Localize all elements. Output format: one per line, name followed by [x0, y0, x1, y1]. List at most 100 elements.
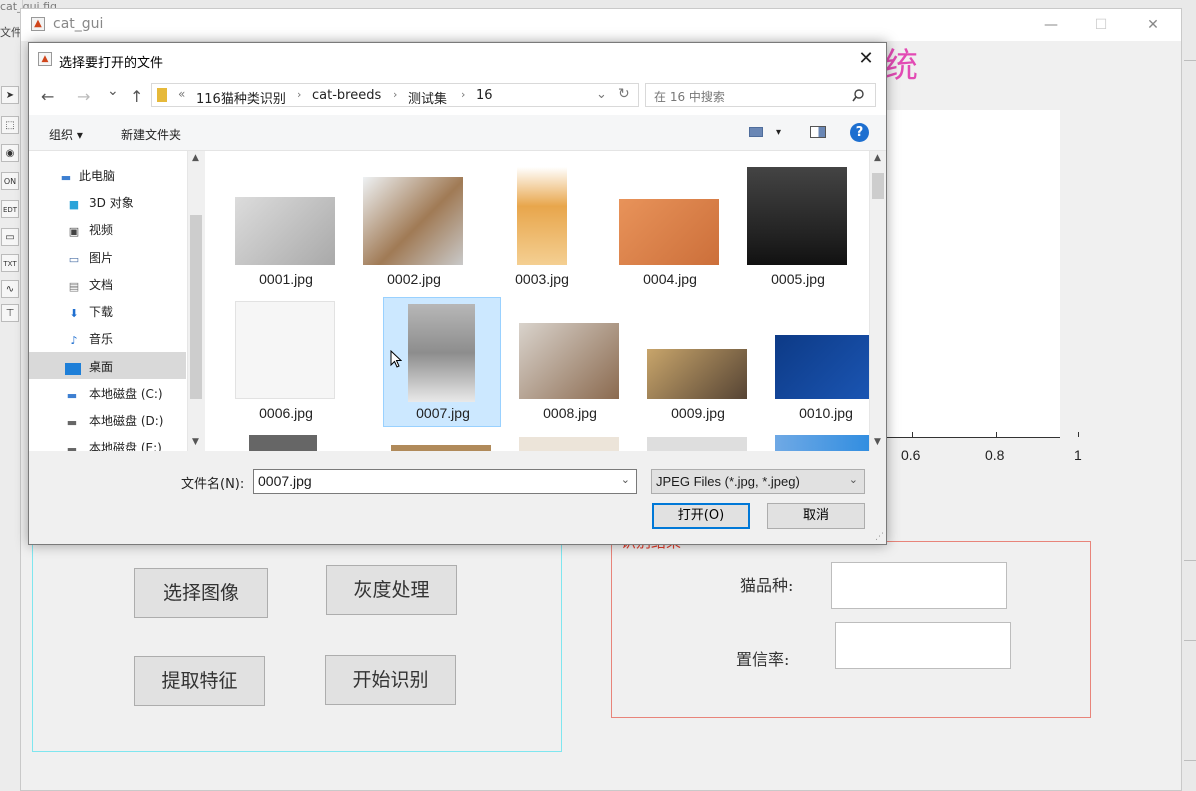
- back-arrow-icon[interactable]: ←: [41, 87, 54, 106]
- nav-item-videos[interactable]: ▣ 视频: [69, 221, 113, 245]
- scroll-down-icon[interactable]: ▼: [874, 437, 881, 447]
- pushbutton-tool-icon[interactable]: ⬚: [1, 116, 19, 134]
- file-tile-0002[interactable]: 0002.jpg: [355, 163, 473, 293]
- preview-pane-icon[interactable]: [810, 126, 826, 138]
- file-tile-0010[interactable]: 0010.jpg: [767, 297, 869, 427]
- dialog-close-button[interactable]: ✕: [851, 47, 881, 71]
- control-panel: [32, 540, 562, 752]
- breadcrumb-item[interactable]: 116猫种类识别: [196, 88, 286, 107]
- nav-pane-scrollbar[interactable]: ▲ ▼: [187, 151, 205, 451]
- breed-output: [831, 562, 1007, 609]
- search-input[interactable]: 在 16 中搜索: [645, 83, 876, 107]
- gray-process-button[interactable]: 灰度处理: [326, 565, 457, 615]
- file-thumbnail[interactable]: [519, 437, 619, 451]
- nav-item-drive-e[interactable]: ▬ 本地磁盘 (E:): [67, 439, 162, 451]
- nav-item-this-pc[interactable]: ▬ 此电脑: [61, 167, 115, 191]
- dialog-titlebar: ▲ 选择要打开的文件 ✕: [29, 43, 886, 75]
- new-folder-button[interactable]: 新建文件夹: [121, 126, 181, 143]
- nav-item-desktop[interactable]: 桌面: [65, 358, 114, 382]
- cat-gui-titlebar: ▲ cat_gui — ☐ ✕: [21, 9, 1181, 41]
- minimize-button[interactable]: —: [1029, 13, 1073, 37]
- start-recognition-button[interactable]: 开始识别: [325, 655, 456, 705]
- nav-item-label: 图片: [89, 251, 114, 265]
- navigation-pane: ▬ 此电脑 ■ 3D 对象 ▣ 视频 ▭ 图片 ▤ 文档 ⬇ 下载 ♪ 音乐 桌…: [29, 151, 205, 451]
- address-dropdown-icon[interactable]: ⌄: [596, 87, 607, 102]
- cancel-button[interactable]: 取消: [767, 503, 865, 529]
- close-button[interactable]: ✕: [1131, 13, 1175, 37]
- matlab-icon: ▲: [31, 17, 45, 31]
- maximize-button[interactable]: ☐: [1079, 13, 1123, 37]
- file-thumbnail: [235, 301, 335, 399]
- document-icon: ▤: [68, 280, 80, 293]
- file-thumbnail[interactable]: [249, 435, 317, 451]
- file-tile-0004[interactable]: 0004.jpg: [611, 163, 729, 293]
- nav-item-3d-objects[interactable]: ■ 3D 对象: [69, 194, 134, 218]
- file-list-scrollbar[interactable]: ▲ ▼: [869, 151, 886, 451]
- help-icon[interactable]: ?: [850, 123, 869, 142]
- file-tile-0005[interactable]: 0005.jpg: [739, 163, 857, 293]
- breadcrumb-item[interactable]: 16: [476, 88, 493, 103]
- text-tool-icon[interactable]: TXT: [1, 254, 19, 272]
- nav-item-drive-c[interactable]: ▬ 本地磁盘 (C:): [67, 385, 163, 409]
- computer-icon: ▬: [60, 171, 72, 184]
- file-tile-0008[interactable]: 0008.jpg: [511, 297, 629, 427]
- breadcrumb-overflow[interactable]: «: [178, 87, 185, 101]
- file-name: 0005.jpg: [771, 271, 825, 287]
- x-tick-mark: [996, 432, 997, 437]
- radio-tool-icon[interactable]: ◉: [1, 144, 19, 162]
- scroll-up-icon[interactable]: ▲: [192, 153, 199, 163]
- file-thumbnail[interactable]: [647, 437, 747, 451]
- refresh-icon[interactable]: ↻: [618, 86, 630, 102]
- toggle-tool-icon[interactable]: ON: [1, 172, 19, 190]
- select-image-button[interactable]: 选择图像: [134, 568, 268, 618]
- nav-item-documents[interactable]: ▤ 文档: [69, 276, 113, 300]
- file-thumbnail[interactable]: [775, 435, 869, 451]
- file-tile-0001[interactable]: 0001.jpg: [227, 163, 345, 293]
- scroll-thumb[interactable]: [190, 215, 202, 399]
- select-tool-icon[interactable]: ➤: [1, 86, 19, 104]
- breadcrumb-item[interactable]: 测试集: [408, 88, 447, 107]
- nav-item-label: 桌面: [89, 360, 114, 374]
- file-tile-0006[interactable]: 0006.jpg: [227, 297, 345, 427]
- drive-icon: ▬: [66, 416, 78, 429]
- scroll-down-icon[interactable]: ▼: [192, 437, 199, 447]
- x-tick-label: 0.8: [985, 447, 1005, 463]
- view-options-icon[interactable]: [749, 127, 763, 137]
- nav-item-drive-d[interactable]: ▬ 本地磁盘 (D:): [67, 412, 164, 436]
- edit-tool-icon[interactable]: EDT: [1, 200, 19, 218]
- confidence-label: 置信率:: [736, 650, 790, 669]
- listbox-tool-icon[interactable]: ▭: [1, 228, 19, 246]
- breadcrumb-item[interactable]: cat-breeds: [312, 88, 381, 103]
- chevron-down-icon[interactable]: ⌄: [849, 473, 858, 486]
- recent-locations-icon[interactable]: ⌄: [107, 83, 119, 99]
- forward-arrow-icon[interactable]: →: [77, 87, 90, 106]
- scroll-thumb[interactable]: [872, 173, 884, 199]
- file-name: 0010.jpg: [799, 405, 853, 421]
- view-dropdown-icon[interactable]: ▾: [776, 127, 781, 138]
- up-arrow-icon[interactable]: ↑: [130, 87, 143, 106]
- guide-menu-file[interactable]: 文件: [0, 24, 22, 40]
- open-file-dialog: ▲ 选择要打开的文件 ✕ ← → ⌄ ↑ « 116猫种类识别 › cat-br…: [28, 42, 887, 545]
- file-tile-0003[interactable]: 0003.jpg: [483, 163, 601, 293]
- breadcrumb-separator: ›: [297, 88, 302, 101]
- file-thumbnail: [519, 323, 619, 399]
- file-tile-0009[interactable]: 0009.jpg: [639, 297, 757, 427]
- file-thumbnail: [363, 177, 463, 265]
- nav-item-music[interactable]: ♪ 音乐: [70, 330, 113, 354]
- mouse-cursor-icon: [390, 350, 402, 368]
- resize-grip-icon[interactable]: ⋰: [875, 532, 884, 542]
- breadcrumb-separator: ›: [461, 88, 466, 101]
- axes-tool-icon[interactable]: ∿: [1, 280, 19, 298]
- filename-input[interactable]: 0007.jpg ⌄: [253, 469, 637, 494]
- organize-menu[interactable]: 组织 ▾: [49, 126, 83, 143]
- file-type-select[interactable]: JPEG Files (*.jpg, *.jpeg) ⌄: [651, 469, 865, 494]
- address-bar[interactable]: « 116猫种类识别 › cat-breeds › 测试集 › 16 ⌄ ↻: [151, 83, 639, 107]
- open-button[interactable]: 打开(O): [652, 503, 750, 529]
- music-icon: ♪: [70, 334, 78, 347]
- panel-tool-icon[interactable]: ⊤: [1, 304, 19, 322]
- nav-item-pictures[interactable]: ▭ 图片: [69, 249, 114, 273]
- scroll-up-icon[interactable]: ▲: [874, 153, 881, 163]
- chevron-down-icon[interactable]: ⌄: [621, 473, 630, 486]
- extract-features-button[interactable]: 提取特征: [134, 656, 265, 706]
- nav-item-downloads[interactable]: ⬇ 下载: [69, 303, 113, 327]
